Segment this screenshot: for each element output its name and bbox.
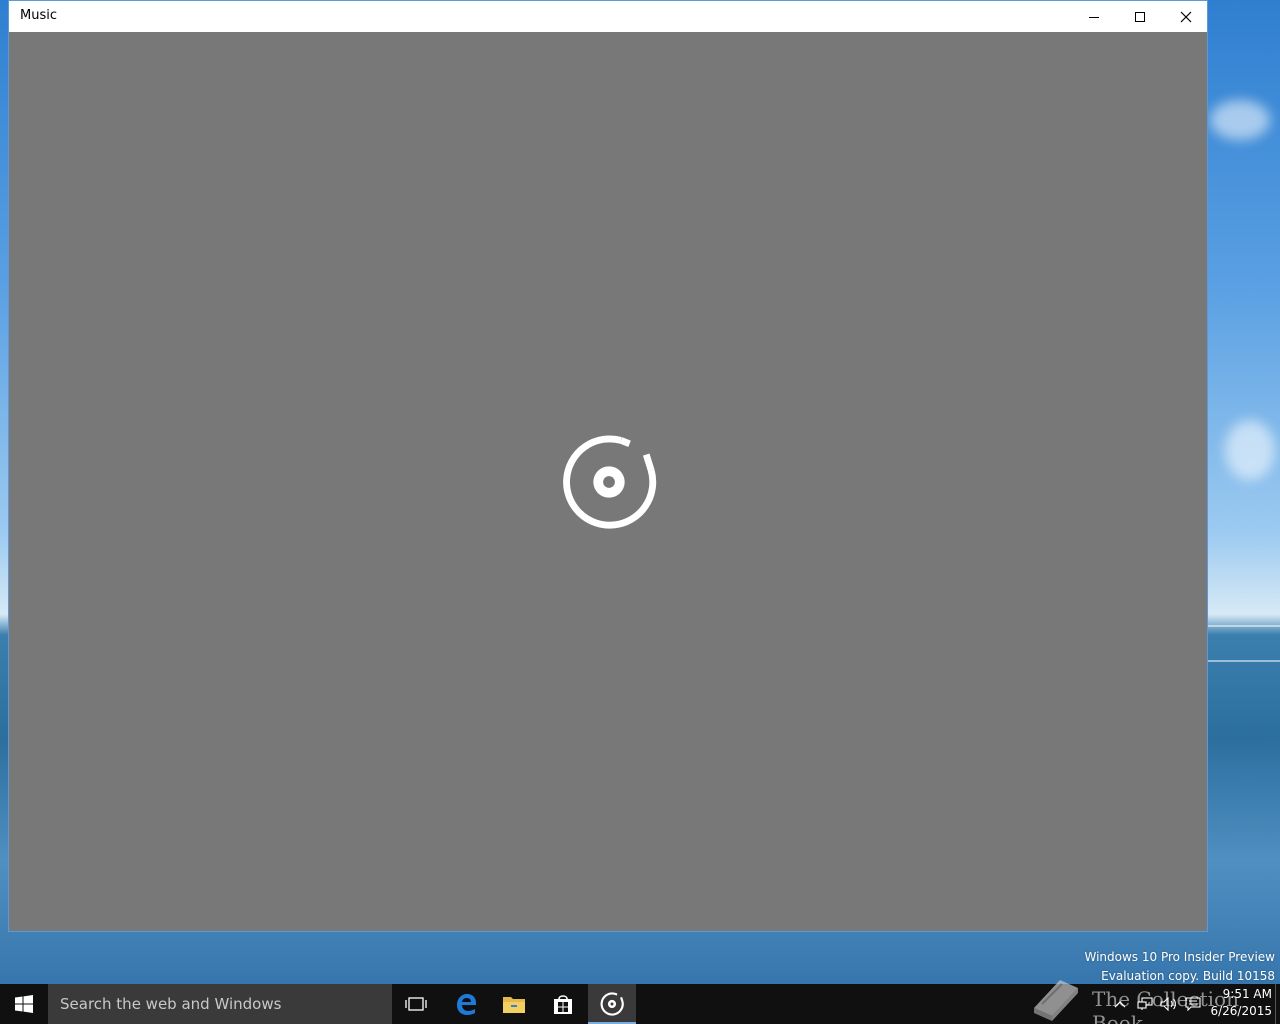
clock-date: 6/26/2015	[1210, 1004, 1272, 1018]
show-desktop-button[interactable]	[1275, 984, 1280, 1024]
notification-icon	[1185, 997, 1201, 1011]
desktop-wave	[1208, 660, 1280, 662]
windows-start-icon	[15, 995, 33, 1013]
action-center-button[interactable]	[1182, 984, 1204, 1024]
start-button[interactable]	[0, 984, 48, 1024]
groove-music-icon	[600, 992, 624, 1016]
taskbar: Search the web and Windows	[0, 984, 1280, 1024]
desktop-wave	[1208, 625, 1280, 627]
clock-time: 9:51 AM	[1222, 987, 1272, 1001]
close-button[interactable]	[1163, 1, 1209, 32]
book-logo-icon	[1034, 980, 1078, 1021]
show-hidden-icons-button[interactable]	[1110, 984, 1130, 1024]
edge-taskbar-button[interactable]	[442, 984, 490, 1024]
edge-icon	[457, 994, 476, 1015]
desktop-cloud	[1225, 420, 1275, 480]
maximize-button[interactable]	[1117, 1, 1163, 32]
close-icon	[1180, 11, 1192, 22]
desktop-cloud	[1210, 100, 1270, 140]
store-taskbar-button[interactable]	[539, 984, 587, 1024]
minimize-button[interactable]	[1071, 1, 1117, 32]
build-watermark-line1: Windows 10 Pro Insider Preview	[1084, 950, 1275, 964]
task-view-icon	[405, 997, 427, 1011]
search-placeholder: Search the web and Windows	[60, 995, 282, 1013]
minimize-icon	[1089, 16, 1099, 18]
groove-music-logo-icon	[563, 435, 657, 529]
volume-tray-button[interactable]	[1158, 984, 1180, 1024]
window-titlebar[interactable]: Music	[9, 0, 1207, 32]
groove-music-taskbar-button[interactable]	[588, 984, 636, 1024]
build-watermark-line2: Evaluation copy. Build 10158	[1101, 969, 1275, 983]
window-title: Music	[20, 8, 57, 23]
taskbar-clock[interactable]: 9:51 AM 6/26/2015	[1206, 986, 1272, 1020]
music-app-window: Music	[8, 0, 1208, 932]
task-view-button[interactable]	[392, 984, 440, 1024]
file-explorer-icon	[503, 997, 525, 1013]
store-icon	[554, 995, 572, 1014]
file-explorer-taskbar-button[interactable]	[490, 984, 538, 1024]
chevron-up-icon	[1114, 1001, 1126, 1008]
network-icon	[1137, 997, 1153, 1010]
volume-icon	[1160, 997, 1176, 1011]
network-tray-button[interactable]	[1134, 984, 1156, 1024]
maximize-icon	[1135, 11, 1145, 22]
search-input[interactable]: Search the web and Windows	[48, 984, 392, 1024]
